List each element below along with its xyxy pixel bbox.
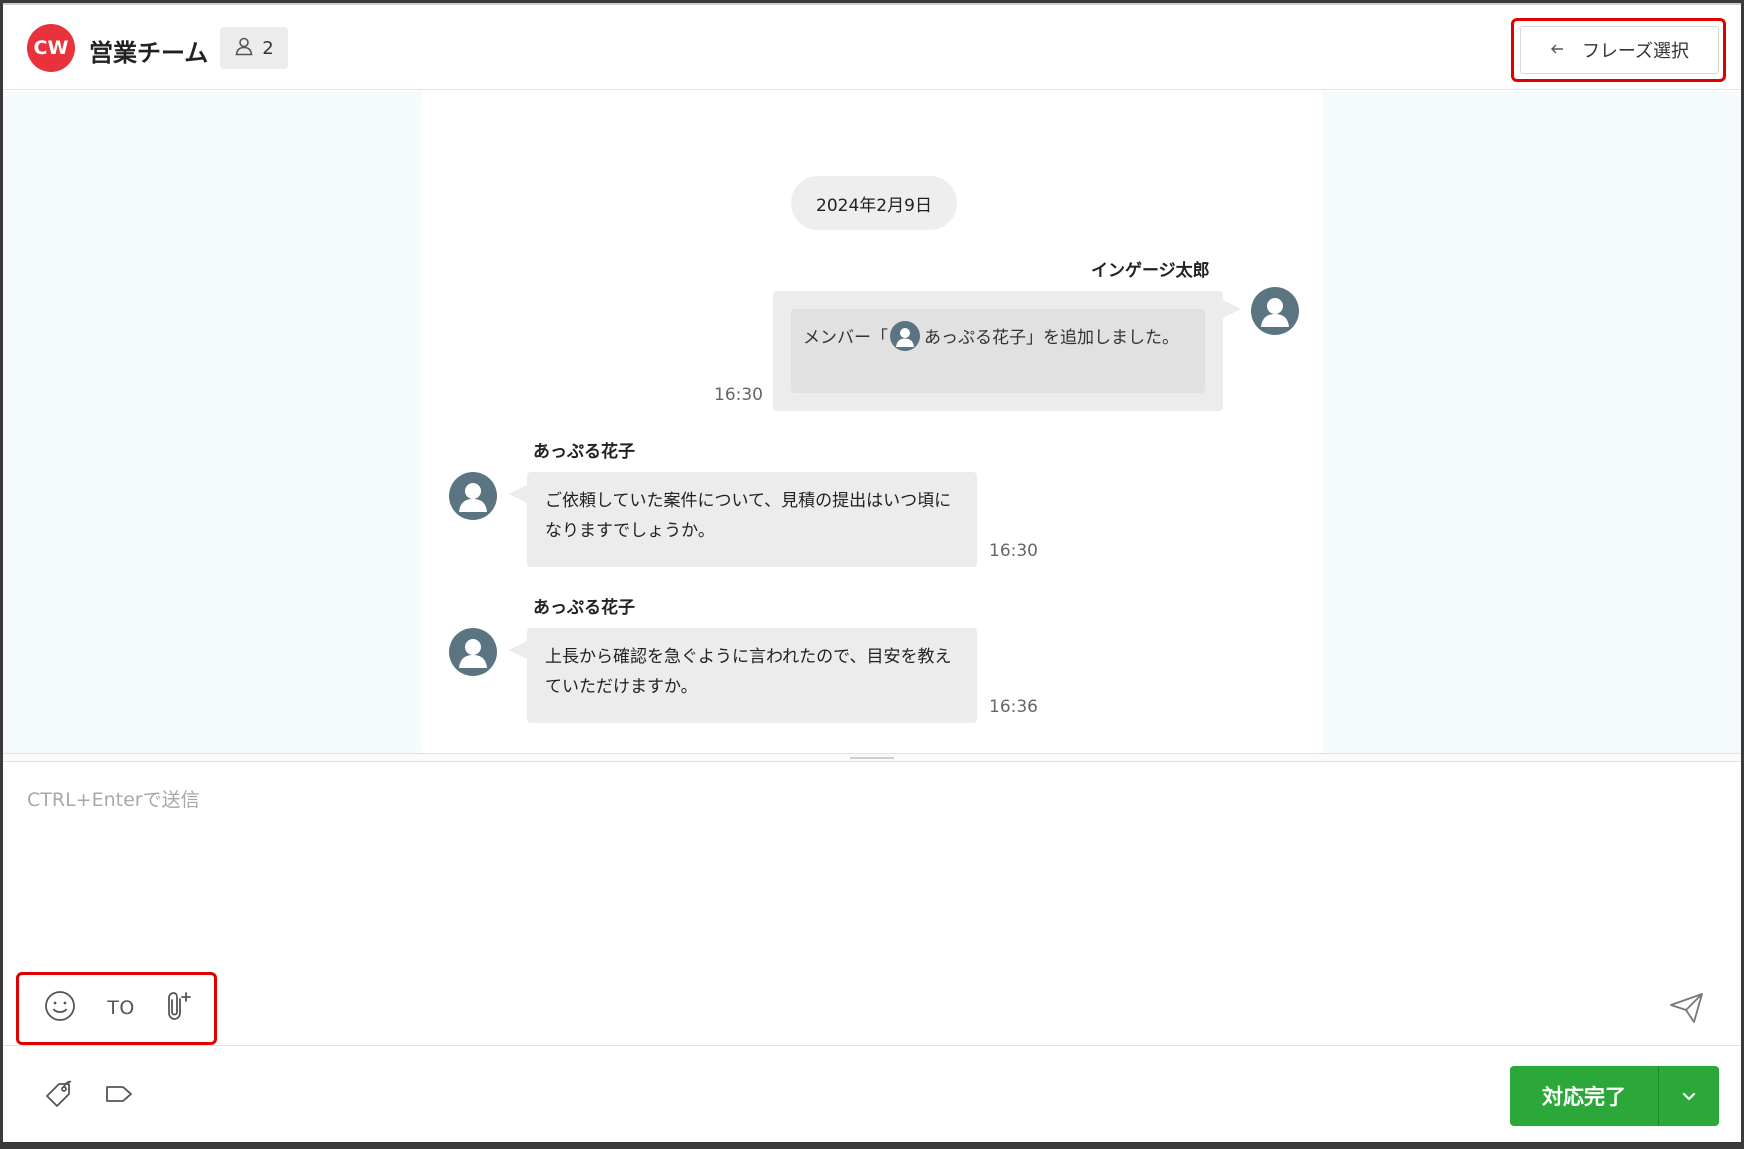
message-bubble: ご依頼していた案件について、見積の提出はいつ頃になりますでしょうか。 [527, 472, 977, 567]
smile-icon [43, 989, 77, 1027]
chevron-down-icon [1681, 1087, 1697, 1106]
mention-avatar-icon [890, 321, 920, 351]
composer: TO [3, 763, 1741, 1048]
tag-icon [43, 1078, 75, 1114]
bubble-tail [509, 484, 529, 504]
notice-text-after: 」を追加しました。 [1026, 328, 1179, 348]
message-input[interactable] [27, 785, 1717, 965]
tag-button[interactable] [39, 1076, 79, 1116]
phrase-select-button[interactable]: フレーズ選択 [1520, 26, 1719, 74]
label-icon [104, 1082, 134, 1110]
member-count: 2 [262, 37, 274, 59]
to-button[interactable]: TO [97, 988, 145, 1028]
avatar [449, 628, 497, 676]
chat-window: CW 営業チーム 2 フレーズ選択 2024年2月9日 インゲージ太郎 メンバー… [3, 3, 1741, 1142]
message-bubble: メンバー「 あっぷる花子」を追加しました。 [773, 291, 1223, 411]
notice-text-before: メンバー「 [803, 328, 888, 348]
message-column: 2024年2月9日 インゲージ太郎 メンバー「 あっぷる花子」を追加しました。 1… [421, 91, 1323, 753]
resize-handle[interactable] [3, 753, 1741, 762]
send-button[interactable] [1667, 990, 1707, 1030]
message-time: 16:36 [989, 697, 1038, 717]
emoji-button[interactable] [39, 988, 81, 1028]
paperclip-plus-icon [164, 989, 194, 1027]
avatar [1251, 287, 1299, 335]
message-time: 16:30 [714, 385, 763, 405]
message-sender: インゲージ太郎 [1091, 261, 1210, 281]
message-sender: あっぷる花子 [533, 442, 635, 462]
member-added-notice: メンバー「 あっぷる花子」を追加しました。 [791, 309, 1205, 393]
member-count-button[interactable]: 2 [220, 27, 288, 69]
date-separator: 2024年2月9日 [791, 176, 957, 230]
message-time: 16:30 [989, 541, 1038, 561]
complete-button[interactable]: 対応完了 [1510, 1066, 1658, 1126]
message-sender: あっぷる花子 [533, 598, 635, 618]
bubble-tail [1221, 299, 1241, 319]
complete-button-group: 対応完了 [1510, 1066, 1719, 1126]
footer: 対応完了 [3, 1045, 1741, 1142]
complete-dropdown-button[interactable] [1659, 1066, 1719, 1126]
room-title: 営業チーム [89, 39, 209, 67]
phrase-select-label: フレーズ選択 [1581, 41, 1690, 62]
user-icon [234, 36, 254, 61]
paper-plane-icon [1669, 992, 1705, 1028]
message-area[interactable]: 2024年2月9日 インゲージ太郎 メンバー「 あっぷる花子」を追加しました。 1… [3, 91, 1741, 753]
mention-name[interactable]: あっぷる花子 [924, 328, 1026, 348]
avatar [449, 472, 497, 520]
arrow-left-icon [1550, 40, 1564, 61]
label-button[interactable] [99, 1076, 139, 1116]
message-bubble: 上長から確認を急ぐように言われたので、目安を教えていただけますか。 [527, 628, 977, 723]
header: CW 営業チーム 2 フレーズ選択 [3, 5, 1741, 90]
grip-icon [850, 757, 894, 759]
room-logo: CW [27, 24, 75, 72]
to-label: TO [107, 997, 135, 1019]
bubble-tail [509, 640, 529, 660]
attach-file-button[interactable] [159, 988, 199, 1028]
